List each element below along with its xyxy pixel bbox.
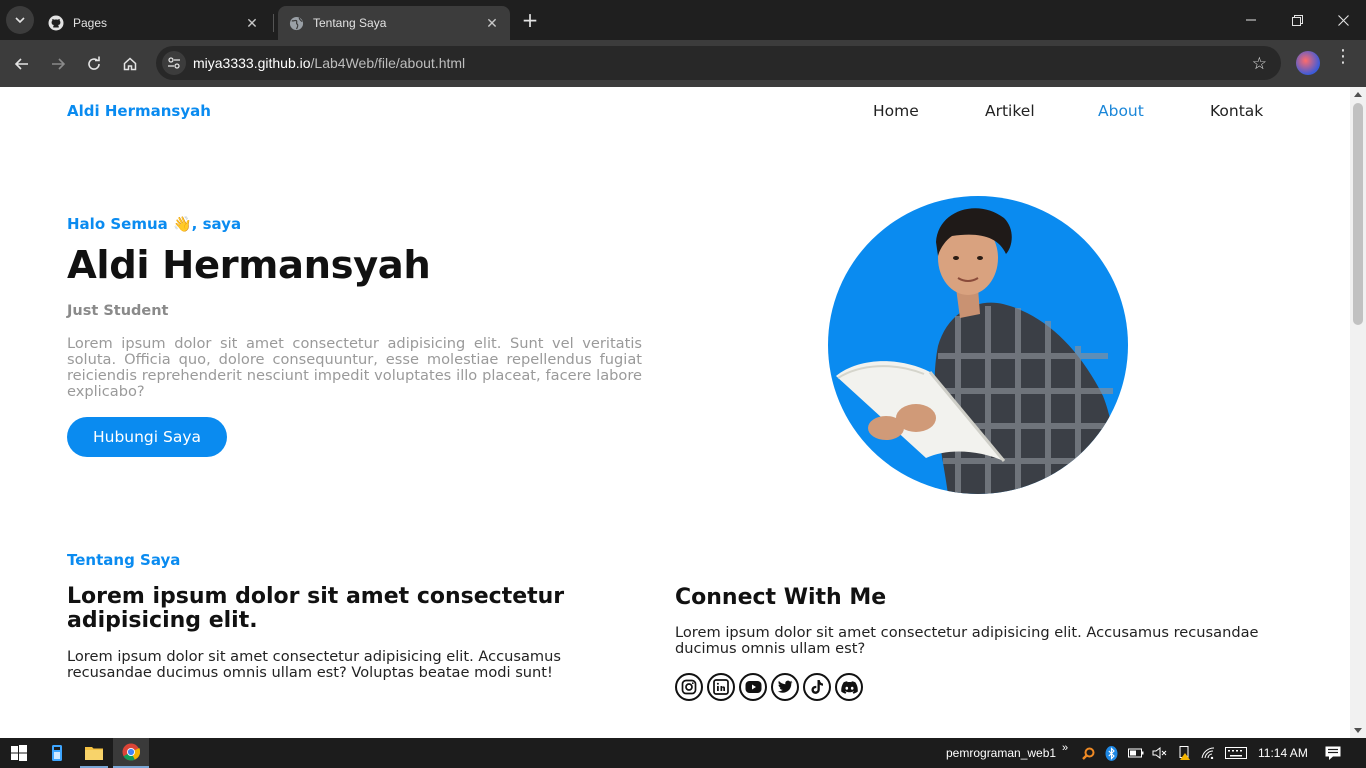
close-icon [1337,14,1349,26]
tab-pages[interactable]: Pages ✕ [38,6,270,40]
linkedin-icon[interactable] [707,673,735,701]
url-host: miya3333.github.io [193,55,311,71]
reload-button[interactable] [80,50,108,78]
globe-icon [288,15,304,31]
security-alert-icon[interactable] [1176,738,1192,768]
scroll-up-icon[interactable] [1354,92,1362,97]
bookmark-star-icon[interactable]: ☆ [1252,54,1267,74]
youtube-icon[interactable] [739,673,767,701]
hero-name: Aldi Hermansyah [67,243,431,288]
profile-avatar[interactable] [1296,51,1320,75]
instagram-icon[interactable] [675,673,703,701]
twitter-icon[interactable] [771,673,799,701]
browser-toolbar: miya3333.github.io/Lab4Web/file/about.ht… [0,40,1366,87]
calculator-icon[interactable] [44,738,70,768]
taskbar-toolbar-label[interactable]: pemrograman_web1 [946,746,1056,760]
close-icon[interactable]: ✕ [244,15,260,32]
taskbar-clock[interactable]: 11:14 AM [1258,746,1308,760]
tab-tentang-saya[interactable]: Tentang Saya ✕ [278,6,510,40]
about-section-label: Tentang Saya [67,551,181,569]
github-icon [48,15,64,31]
volume-muted-icon[interactable] [1151,738,1167,768]
scroll-down-icon[interactable] [1354,728,1362,733]
hero-description: Lorem ipsum dolor sit amet consectetur a… [67,335,642,400]
chevron-down-icon [15,17,25,24]
site-info-icon[interactable] [162,51,186,75]
hero-greeting: Halo Semua 👋, saya [67,215,242,233]
new-tab-button[interactable]: + [518,8,542,32]
discord-icon[interactable] [835,673,863,701]
battery-icon[interactable] [1127,738,1145,768]
browser-tab-bar: Pages ✕ Tentang Saya ✕ + [0,0,1366,40]
about-description: Lorem ipsum dolor sit amet consectetur a… [67,648,561,681]
tab-title: Tentang Saya [313,16,387,30]
home-icon [123,57,137,71]
windows-taskbar: pemrograman_web1 » 11:14 AM [0,738,1366,768]
windows-start-icon[interactable] [6,738,32,768]
nav-artikel[interactable]: Artikel [985,102,1035,120]
connect-description: Lorem ipsum dolor sit amet consectetur a… [675,624,1259,657]
notification-icon[interactable] [1322,738,1344,768]
close-window-button[interactable] [1320,0,1366,40]
file-explorer-icon[interactable] [80,738,108,768]
url-path: /Lab4Web/file/about.html [310,55,466,71]
menu-dots-icon[interactable]: ⋮ [1334,48,1352,66]
tab-divider [273,14,274,32]
hero-role: Just Student [67,303,169,319]
minimize-icon [1246,19,1256,21]
nav-kontak[interactable]: Kontak [1210,102,1263,120]
nav-about[interactable]: About [1098,102,1144,120]
forward-button[interactable] [44,50,72,78]
bluetooth-icon[interactable] [1103,738,1119,768]
chevrons-right-icon[interactable]: » [1062,742,1068,754]
page-scrollbar[interactable] [1350,87,1366,738]
contact-me-button[interactable]: Hubungi Saya [67,417,227,457]
about-title: Lorem ipsum dolor sit amet consectetur a… [67,584,565,633]
address-bar[interactable]: miya3333.github.io/Lab4Web/file/about.ht… [156,46,1281,80]
tab-title: Pages [73,16,108,30]
back-button[interactable] [8,50,36,78]
web-page: Aldi Hermansyah Home Artikel About Konta… [0,87,1350,738]
social-links [675,673,863,701]
reload-icon [88,56,100,70]
wifi-icon[interactable] [1200,738,1216,768]
restore-button[interactable] [1274,0,1320,40]
nav-home[interactable]: Home [873,102,919,120]
scrollbar-thumb[interactable] [1353,103,1363,325]
profile-photo [828,196,1128,494]
arrow-left-icon [14,58,28,70]
restore-icon [1291,14,1303,26]
plus-icon: + [521,8,539,32]
keyboard-icon[interactable] [1223,738,1249,768]
chrome-icon[interactable] [113,738,149,768]
connect-title: Connect With Me [675,585,887,610]
home-button[interactable] [116,50,144,78]
tiktok-icon[interactable] [803,673,831,701]
tab-search-button[interactable] [6,6,34,34]
url-text: miya3333.github.io/Lab4Web/file/about.ht… [193,55,465,71]
arrow-right-icon [52,58,66,70]
search-icon[interactable] [1080,738,1096,768]
minimize-button[interactable] [1228,0,1274,40]
site-brand[interactable]: Aldi Hermansyah [67,102,211,120]
close-icon[interactable]: ✕ [484,15,500,32]
